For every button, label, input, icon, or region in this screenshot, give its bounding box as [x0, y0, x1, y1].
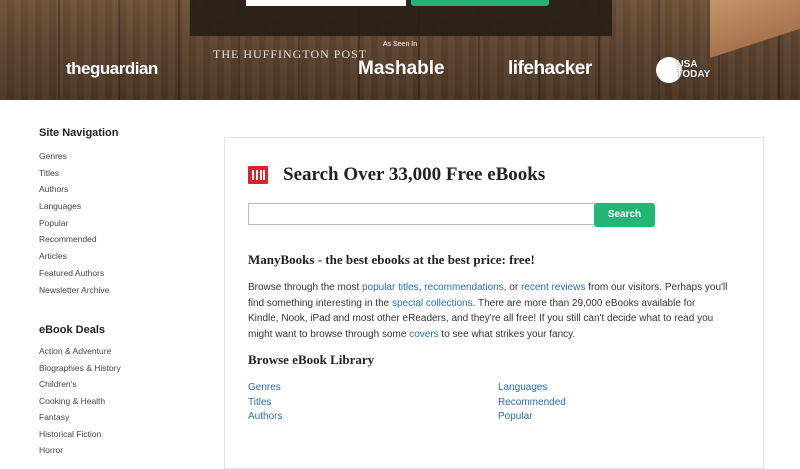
page-title: Search Over 33,000 Free eBooks	[283, 164, 546, 185]
sidebar-item-recommended[interactable]: Recommended	[39, 231, 109, 248]
sidebar-item-newsletter-archive[interactable]: Newsletter Archive	[39, 282, 109, 299]
library-links-right: Languages Recommended Popular	[498, 381, 566, 425]
sidebar-item-titles[interactable]: Titles	[39, 165, 109, 182]
library-link-recommended[interactable]: Recommended	[498, 397, 566, 408]
sidebar-item-authors[interactable]: Authors	[39, 181, 109, 198]
covers-link[interactable]: covers	[409, 329, 438, 340]
special-collections-link[interactable]: special collections	[392, 298, 473, 309]
huffington-post-logo: THE HUFFINGTON POST	[213, 47, 368, 61]
hero-search-button[interactable]	[411, 0, 549, 6]
deal-item-historical-fiction[interactable]: Historical Fiction	[39, 426, 121, 443]
bookshelf-icon	[248, 166, 268, 184]
intro-text-6: to see what strikes your fancy.	[438, 328, 576, 340]
library-link-popular[interactable]: Popular	[498, 411, 532, 422]
site-navigation-list: Genres Titles Authors Languages Popular …	[39, 148, 109, 298]
intro-paragraph: Browse through the most popular titles , …	[248, 280, 728, 342]
ebook-deals-heading: eBook Deals	[39, 324, 106, 336]
usa-today-wordmark: USA TODAY	[676, 60, 710, 80]
sidebar-item-featured-authors[interactable]: Featured Authors	[39, 265, 109, 282]
ebook-deals-list: Action & Adventure Biographies & History…	[39, 343, 121, 459]
guardian-logo: theguardian	[66, 59, 158, 78]
search-input[interactable]	[248, 203, 598, 225]
usa-today-line-2: TODAY	[676, 69, 711, 80]
deal-item-biographies-history[interactable]: Biographies & History	[39, 360, 121, 377]
library-link-genres[interactable]: Genres	[248, 382, 281, 393]
sidebar-item-languages[interactable]: Languages	[39, 198, 109, 215]
as-seen-in-label: As Seen In	[382, 41, 418, 48]
hero-decoration	[710, 0, 800, 59]
recent-reviews-link[interactable]: recent reviews	[521, 282, 585, 293]
popular-titles-link[interactable]: popular titles	[362, 282, 419, 293]
deal-item-fantasy[interactable]: Fantasy	[39, 409, 121, 426]
deal-item-childrens[interactable]: Children's	[39, 376, 121, 393]
usa-today-logo: USA TODAY	[656, 57, 710, 83]
sidebar-item-popular[interactable]: Popular	[39, 215, 109, 232]
library-link-titles[interactable]: Titles	[248, 397, 272, 408]
recommendations-link[interactable]: recommendations	[424, 282, 503, 293]
deal-item-cooking-health[interactable]: Cooking & Health	[39, 393, 121, 410]
mashable-logo: Mashable	[358, 58, 445, 79]
library-links-left: Genres Titles Authors	[248, 381, 282, 425]
library-link-authors[interactable]: Authors	[248, 411, 282, 422]
site-navigation-heading: Site Navigation	[39, 127, 119, 139]
deal-item-action-adventure[interactable]: Action & Adventure	[39, 343, 121, 360]
hero-search-input[interactable]	[246, 0, 406, 6]
lifehacker-logo: lifehacker	[508, 58, 592, 79]
browse-library-heading: Browse eBook Library	[248, 352, 375, 367]
library-link-languages[interactable]: Languages	[498, 382, 548, 393]
intro-text-1: Browse through the most	[248, 282, 362, 293]
intro-text-3: , or	[503, 282, 521, 293]
search-button[interactable]: Search	[594, 203, 655, 227]
sidebar-item-genres[interactable]: Genres	[39, 148, 109, 165]
tagline: ManyBooks - the best ebooks at the best …	[248, 252, 535, 267]
hero-banner: As Seen In theguardian THE HUFFINGTON PO…	[0, 0, 800, 100]
deal-item-horror[interactable]: Horror	[39, 442, 121, 459]
sidebar-item-articles[interactable]: Articles	[39, 248, 109, 265]
